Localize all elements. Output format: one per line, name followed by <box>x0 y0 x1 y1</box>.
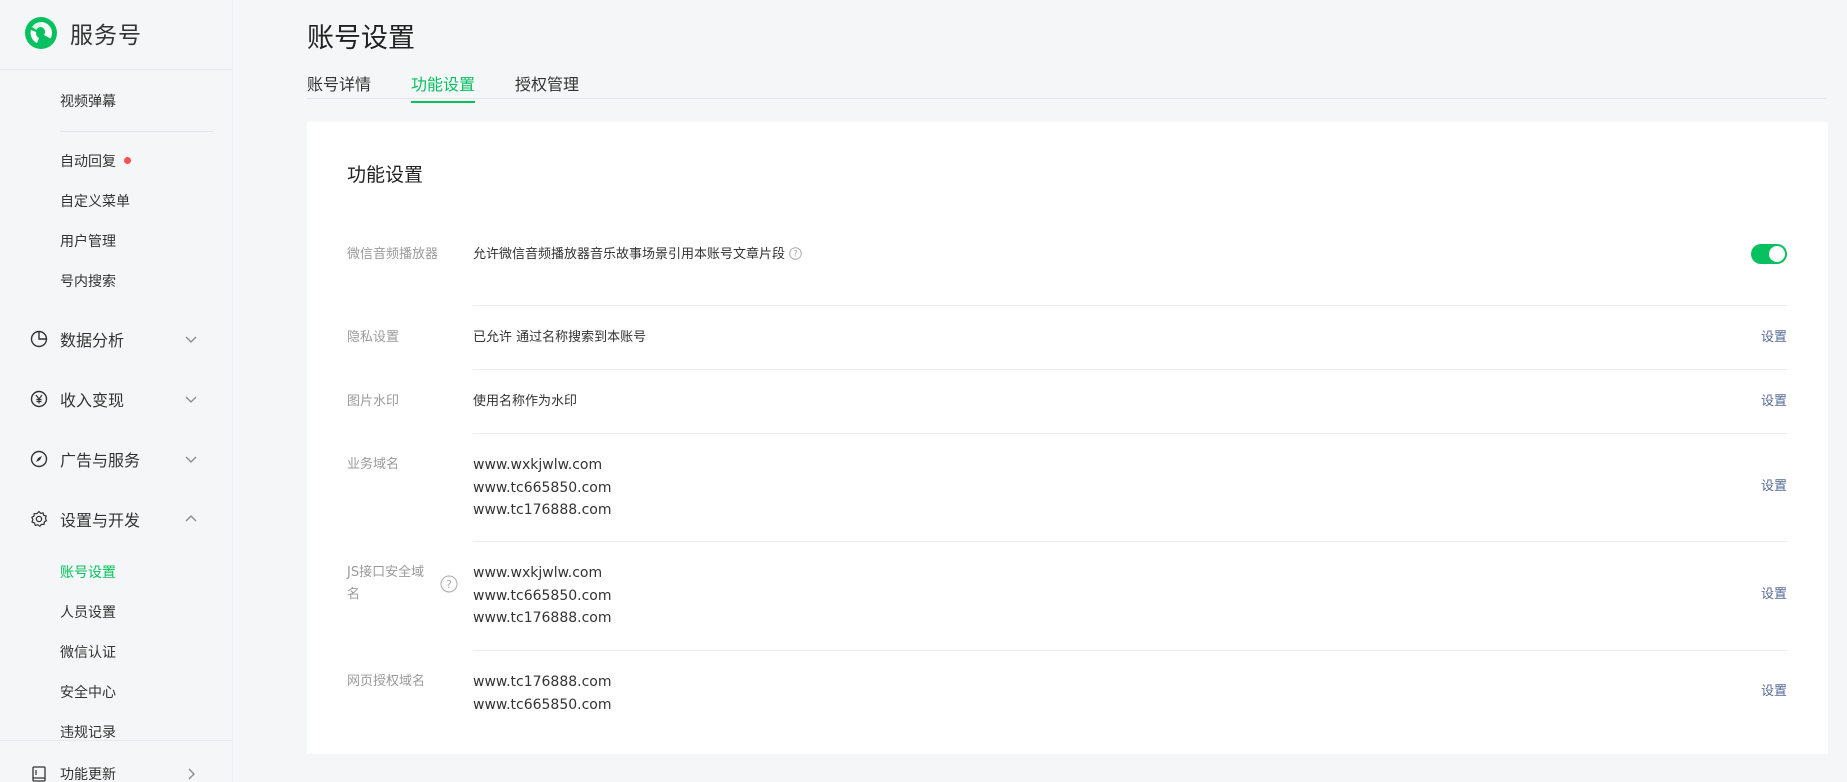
tab-authorization-management[interactable]: 授权管理 <box>515 71 579 101</box>
sidebar-item-feature-updates[interactable]: 功能更新 <box>30 764 198 782</box>
setting-value: 使用名称作为水印 <box>473 394 578 409</box>
help-icon[interactable]: ? <box>789 247 802 260</box>
sidebar-group-settings-dev[interactable]: 设置与开发 <box>30 507 198 531</box>
sidebar-group-monetization[interactable]: 收入变现 <box>30 387 198 411</box>
tab-account-details[interactable]: 账号详情 <box>307 71 371 101</box>
sidebar-group-data-analysis[interactable]: 数据分析 <box>30 327 198 351</box>
book-icon <box>32 766 46 782</box>
watermark-settings-link[interactable]: 设置 <box>1761 391 1787 413</box>
setting-row-js-domain: JS接口安全域 名 ? www.wxkjwlw.com www.tc665850… <box>347 542 1787 651</box>
compass-icon <box>30 450 48 468</box>
sidebar-item-user-management[interactable]: 用户管理 <box>60 231 116 251</box>
setting-row-audio-player: 微信音频播放器 允许微信音频播放器音乐故事场景引用本账号文章片段? <box>347 242 1787 306</box>
setting-label: 图片水印 <box>347 394 400 409</box>
sidebar-group-ads-services[interactable]: 广告与服务 <box>30 447 198 471</box>
domain-item: www.tc665850.com <box>473 696 612 713</box>
setting-label-line: JS接口安全域 <box>347 565 425 580</box>
sidebar-group-label: 设置与开发 <box>60 511 141 530</box>
setting-row-watermark: 图片水印 使用名称作为水印 设置 <box>347 370 1787 434</box>
feature-settings-card: 功能设置 微信音频播放器 允许微信音频播放器音乐故事场景引用本账号文章片段? 隐… <box>307 122 1828 754</box>
yen-coin-icon <box>30 390 48 408</box>
setting-row-oauth-domain: 网页授权域名 www.tc176888.com www.tc665850.com… <box>347 651 1787 741</box>
oauth-domain-settings-link[interactable]: 设置 <box>1761 681 1787 703</box>
setting-label: 网页授权域名 <box>347 674 426 689</box>
setting-value: 已允许 通过名称搜索到本账号 <box>473 330 647 345</box>
svg-text:?: ? <box>793 250 798 260</box>
audio-player-toggle[interactable] <box>1751 244 1787 264</box>
chevron-right-icon <box>188 768 195 780</box>
js-domain-settings-link[interactable]: 设置 <box>1761 584 1787 606</box>
sidebar-item-in-account-search[interactable]: 号内搜索 <box>60 271 116 291</box>
domain-item: www.tc665850.com <box>473 479 612 496</box>
setting-description: 允许微信音频播放器音乐故事场景引用本账号文章片段 <box>473 247 786 262</box>
domain-item: www.tc176888.com <box>473 502 612 518</box>
domain-item: www.wxkjwlw.com <box>473 457 603 473</box>
logo[interactable]: 服务号 <box>24 16 142 50</box>
notification-dot <box>124 157 131 164</box>
sidebar-item-account-settings[interactable]: 账号设置 <box>60 562 116 582</box>
setting-label: 微信音频播放器 <box>347 247 439 262</box>
service-account-logo-icon <box>25 17 57 49</box>
sidebar-group-label: 数据分析 <box>60 331 125 350</box>
privacy-settings-link[interactable]: 设置 <box>1761 327 1787 349</box>
tab-bar: 账号详情 功能设置 授权管理 <box>307 70 1827 103</box>
chevron-down-icon <box>185 396 197 403</box>
domain-item: www.wxkjwlw.com <box>473 565 603 581</box>
sidebar-item-label: 自动回复 <box>60 154 116 170</box>
sidebar-item-violation-records[interactable]: 违规记录 <box>60 722 116 742</box>
chevron-up-icon <box>185 515 197 522</box>
sidebar-item-custom-menu[interactable]: 自定义菜单 <box>60 191 130 211</box>
business-domain-settings-link[interactable]: 设置 <box>1761 476 1787 498</box>
domain-list: www.wxkjwlw.com www.tc665850.com www.tc1… <box>473 454 612 522</box>
setting-label-line: 名 <box>347 587 361 602</box>
setting-row-business-domain: 业务域名 www.wxkjwlw.com www.tc665850.com ww… <box>347 434 1787 542</box>
gear-icon <box>31 510 48 527</box>
sidebar: 服务号 视频弹幕 自动回复 自定义菜单 用户管理 号内搜索 数据分析 收入变现 … <box>0 0 233 782</box>
help-icon[interactable]: ? <box>440 575 458 593</box>
sidebar-divider <box>0 69 233 70</box>
sidebar-item-video-danmaku[interactable]: 视频弹幕 <box>60 91 116 111</box>
chevron-down-icon <box>185 456 197 463</box>
chevron-down-icon <box>185 336 197 343</box>
domain-list: www.wxkjwlw.com www.tc665850.com www.tc1… <box>473 562 612 630</box>
pie-chart-icon <box>30 330 48 348</box>
sidebar-group-label: 收入变现 <box>60 391 125 410</box>
sidebar-divider <box>60 131 214 132</box>
tab-feature-settings[interactable]: 功能设置 <box>411 71 476 103</box>
setting-row-privacy: 隐私设置 已允许 通过名称搜索到本账号 设置 <box>347 306 1787 370</box>
setting-label: 业务域名 <box>347 457 400 472</box>
sidebar-divider <box>0 740 233 741</box>
domain-item: www.tc665850.com <box>473 587 612 604</box>
domain-item: www.tc176888.com <box>473 674 612 690</box>
sidebar-item-auto-reply[interactable]: 自动回复 <box>60 151 131 171</box>
sidebar-item-member-settings[interactable]: 人员设置 <box>60 602 116 622</box>
domain-item: www.tc176888.com <box>473 610 612 626</box>
app-name: 服务号 <box>70 23 142 49</box>
setting-value: 允许微信音频播放器音乐故事场景引用本账号文章片段? <box>473 244 802 266</box>
toggle-knob <box>1769 246 1785 262</box>
setting-label: 隐私设置 <box>347 330 400 345</box>
sidebar-group-label: 广告与服务 <box>60 451 141 470</box>
sidebar-item-wechat-verification[interactable]: 微信认证 <box>60 642 116 662</box>
sidebar-item-label: 功能更新 <box>60 767 116 782</box>
svg-text:?: ? <box>446 578 452 591</box>
setting-label: JS接口安全域 名 <box>347 562 424 606</box>
card-title: 功能设置 <box>347 164 424 186</box>
sidebar-item-security-center[interactable]: 安全中心 <box>60 682 116 702</box>
page-title: 账号设置 <box>307 23 415 54</box>
domain-list: www.tc176888.com www.tc665850.com <box>473 671 612 716</box>
